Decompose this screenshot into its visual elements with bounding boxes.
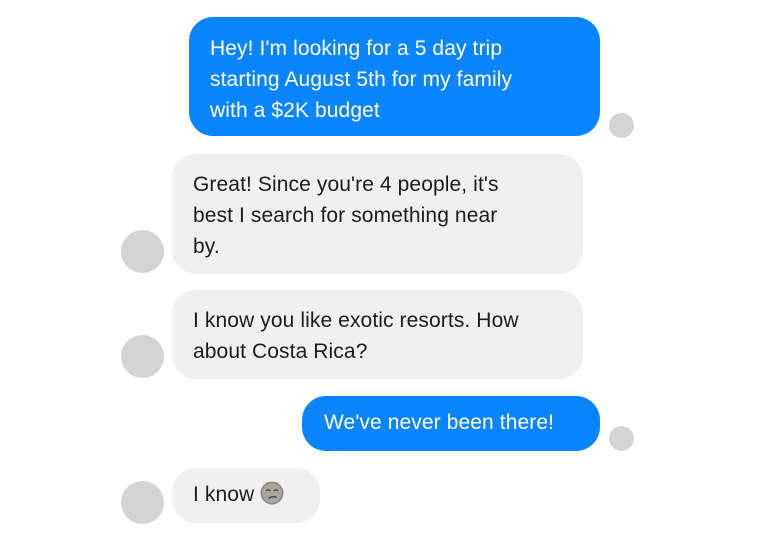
avatar-bot — [121, 335, 164, 378]
message-bubble-incoming[interactable]: I know you like exotic resorts. How abou… — [172, 290, 583, 379]
message-bubble-outgoing[interactable]: Hey! I'm looking for a 5 day trip starti… — [189, 17, 600, 136]
avatar-bot — [121, 230, 164, 273]
message-bubble-incoming[interactable]: I know — [172, 468, 320, 523]
smirk-face-emoji-icon — [260, 481, 284, 505]
avatar-user — [609, 113, 634, 138]
avatar-bot — [121, 481, 164, 524]
message-bubble-incoming[interactable]: Great! Since you're 4 people, it's best … — [172, 154, 583, 274]
avatar-user — [609, 426, 634, 451]
message-text: I know — [193, 483, 255, 506]
message-bubble-outgoing[interactable]: We've never been there! — [302, 396, 600, 451]
